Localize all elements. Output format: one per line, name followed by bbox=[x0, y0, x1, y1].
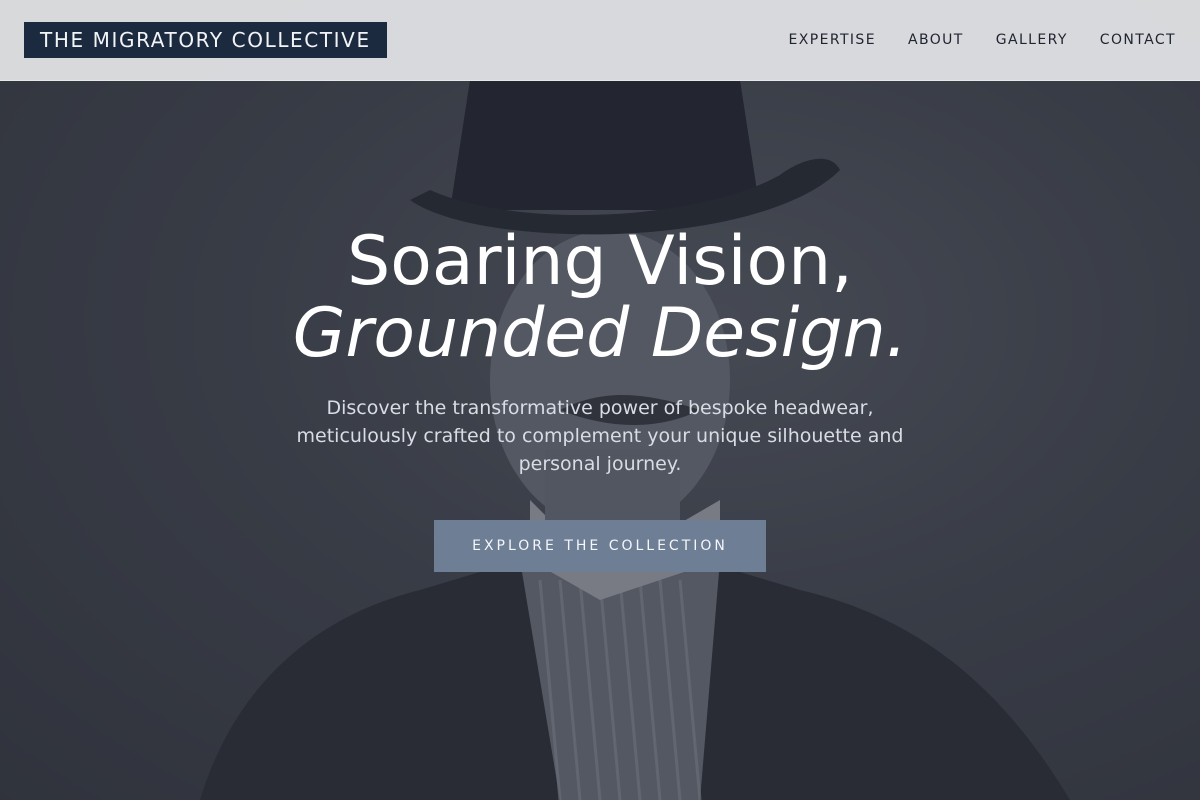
brand-logo[interactable]: THE MIGRATORY COLLECTIVE bbox=[24, 22, 387, 58]
nav-link-contact[interactable]: CONTACT bbox=[1100, 32, 1176, 48]
nav-link-gallery[interactable]: GALLERY bbox=[996, 32, 1068, 48]
hero-headline: Soaring Vision, Grounded Design. bbox=[293, 226, 908, 370]
explore-collection-button[interactable]: EXPLORE THE COLLECTION bbox=[434, 520, 766, 572]
top-navbar: THE MIGRATORY COLLECTIVE EXPERTISE ABOUT… bbox=[0, 0, 1200, 81]
headline-line-2: Grounded Design. bbox=[292, 294, 908, 373]
nav-link-about[interactable]: ABOUT bbox=[908, 32, 964, 48]
hero-subtext: Discover the transformative power of bes… bbox=[296, 397, 904, 475]
main-nav: EXPERTISE ABOUT GALLERY CONTACT bbox=[789, 32, 1176, 48]
hero-content: Soaring Vision, Grounded Design. Discove… bbox=[0, 226, 1200, 572]
headline-line-1: Soaring Vision, bbox=[347, 222, 853, 301]
nav-link-expertise[interactable]: EXPERTISE bbox=[789, 32, 876, 48]
